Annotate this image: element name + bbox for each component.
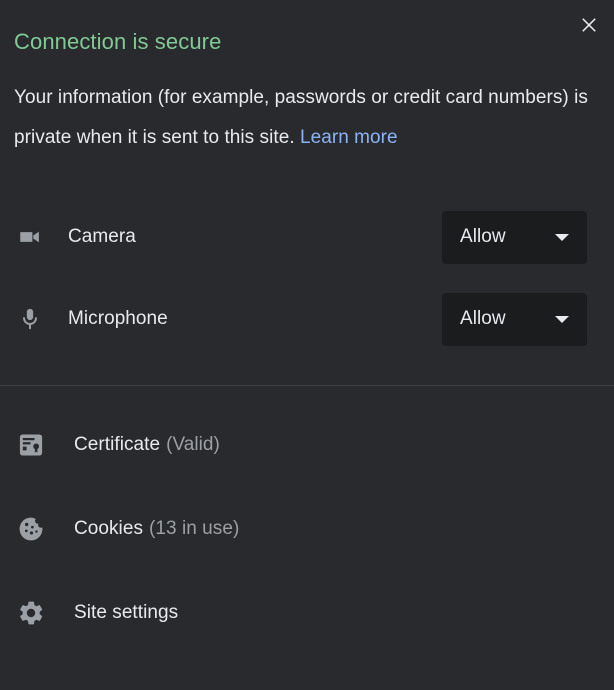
permission-select-camera[interactable]: Allow [442, 210, 587, 264]
close-icon [579, 15, 599, 35]
permission-value-camera: Allow [460, 226, 506, 247]
bubble-menu: Certificate(Valid) Cookies (13 in use) [0, 386, 614, 655]
menu-label-cookies-title: Cookies [74, 518, 143, 539]
microphone-icon [14, 306, 46, 332]
permission-row-microphone: Microphone Allow [0, 278, 587, 360]
menu-label-site-settings-title: Site settings [74, 602, 179, 623]
permission-row-camera: Camera Allow [0, 196, 587, 278]
certificate-icon [14, 431, 48, 459]
bubble-header: Connection is secure [0, 0, 614, 56]
menu-item-cookies[interactable]: Cookies (13 in use) [0, 487, 614, 571]
close-button[interactable] [572, 8, 606, 42]
permission-label-microphone: Microphone [68, 308, 168, 329]
video-camera-icon [14, 224, 46, 250]
permissions-list: Camera Allow Microphone Allow [0, 196, 614, 360]
menu-item-site-settings[interactable]: Site settings [0, 571, 614, 655]
chevron-down-icon [555, 233, 569, 241]
menu-label-site-settings: Site settings [74, 602, 178, 624]
permission-value-microphone: Allow [460, 308, 506, 329]
menu-label-cookies-count: (13 in use) [149, 518, 240, 539]
security-description: Your information (for example, passwords… [0, 78, 614, 158]
learn-more-link[interactable]: Learn more [300, 127, 398, 148]
page-title: Connection is secure [14, 29, 222, 54]
menu-label-certificate-title: Certificate [74, 434, 161, 455]
gear-icon [14, 599, 48, 627]
menu-label-cookies: Cookies (13 in use) [74, 518, 239, 540]
menu-item-certificate[interactable]: Certificate (Valid) [0, 403, 614, 487]
site-information-bubble: Connection is secure Your information (f… [0, 0, 614, 690]
cookie-icon [14, 515, 48, 543]
chevron-down-icon [555, 315, 569, 323]
menu-label-certificate: Certificate (Valid) [74, 434, 220, 456]
menu-label-certificate-status: (Valid) [166, 434, 220, 455]
permission-select-microphone[interactable]: Allow [442, 292, 587, 346]
permission-label-camera: Camera [68, 226, 136, 247]
